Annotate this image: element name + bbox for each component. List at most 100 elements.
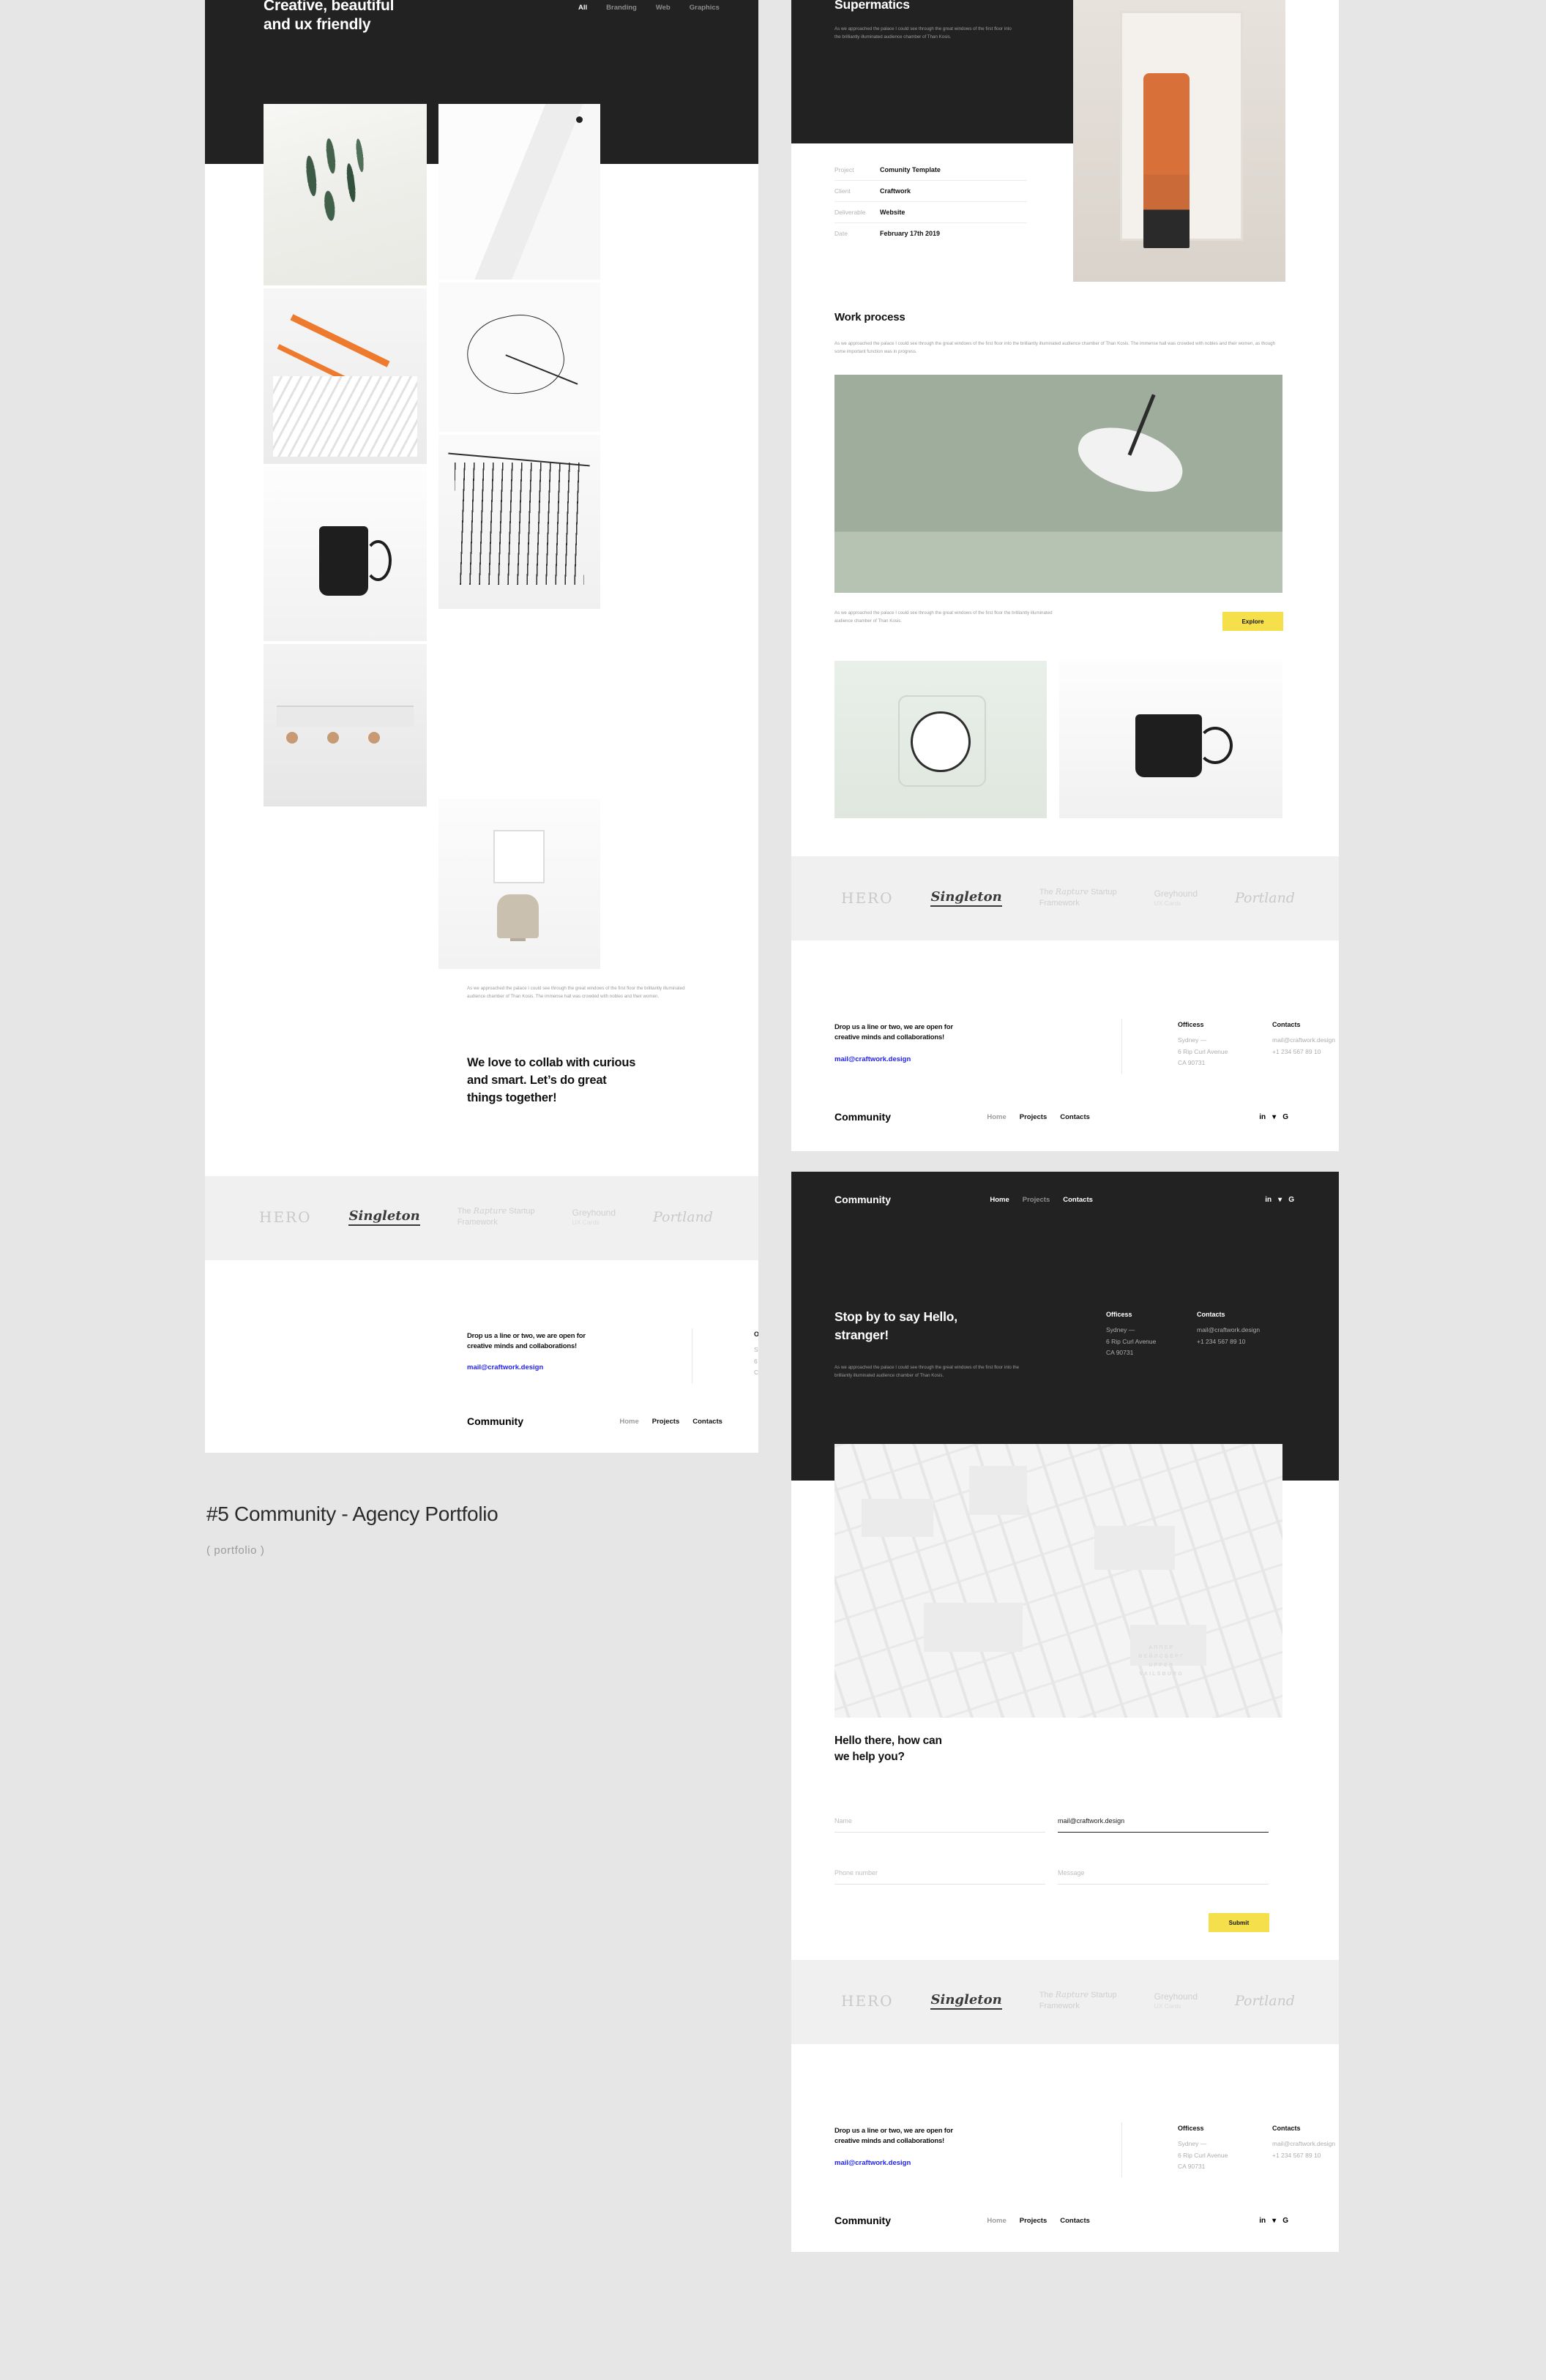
footer-link-home[interactable]: Home bbox=[987, 2217, 1006, 2225]
hero-logo[interactable]: HERO bbox=[259, 1208, 312, 1226]
portland-logo[interactable]: Portland bbox=[653, 1209, 713, 1225]
hero-logo[interactable]: HERO bbox=[841, 1992, 894, 2010]
map-block bbox=[968, 1465, 1028, 1516]
footer-link-contacts[interactable]: Contacts bbox=[1060, 1113, 1090, 1121]
footer-links[interactable]: Home Projects Contacts bbox=[619, 1418, 722, 1426]
footer-link-contacts[interactable]: Contacts bbox=[692, 1418, 722, 1426]
greyhound-logo-text: Greyhound bbox=[572, 1208, 616, 1219]
footer-bottom-bar-left: Community Home Projects Contacts in ▾ G bbox=[467, 1415, 758, 1427]
google-icon[interactable]: G bbox=[1288, 1196, 1294, 1204]
footer-brand[interactable]: Community bbox=[467, 1415, 523, 1427]
twitter-icon[interactable]: ▾ bbox=[1278, 1196, 1282, 1204]
filter-all[interactable]: All bbox=[578, 4, 587, 12]
greyhound-logo-sub: UX Cards bbox=[572, 1219, 600, 1227]
contacts-line-2[interactable]: +1 234 567 89 10 bbox=[1272, 1047, 1339, 1058]
gallery-orange-stairs-photo[interactable] bbox=[264, 288, 427, 464]
name-field[interactable]: Name bbox=[834, 1814, 1045, 1833]
footer-cta-line2: creative minds and collaborations! bbox=[467, 1342, 577, 1350]
work-process-explore-button[interactable]: Explore bbox=[1222, 612, 1283, 631]
portland-logo[interactable]: Portland bbox=[1235, 890, 1295, 906]
nav-link-projects[interactable]: Projects bbox=[1023, 1196, 1050, 1204]
email-field[interactable]: mail@craftwork.design bbox=[1058, 1814, 1269, 1833]
nav-link-home[interactable]: Home bbox=[990, 1196, 1009, 1204]
footer-link-home[interactable]: Home bbox=[987, 1113, 1006, 1121]
gallery-white-wall-photo[interactable] bbox=[438, 104, 600, 280]
rapture-logo-line2: Framework bbox=[1039, 898, 1080, 908]
contact-map[interactable]: АППЕР ВЕЙЛСБЕРГ UPPER VAILSBURG bbox=[834, 1444, 1282, 1718]
gallery-wire-sculpture-photo[interactable] bbox=[438, 282, 600, 432]
footer-cta-line2: creative minds and collaborations! bbox=[834, 1033, 944, 1041]
footer-link-home[interactable]: Home bbox=[619, 1418, 638, 1426]
portfolio-filter-nav[interactable]: All Branding Web Graphics bbox=[578, 4, 720, 12]
twitter-icon[interactable]: ▾ bbox=[1272, 1113, 1276, 1121]
contacts-line-1[interactable]: mail@craftwork.design bbox=[1197, 1325, 1321, 1336]
gallery-skateboard-photo[interactable] bbox=[264, 644, 427, 807]
filter-web[interactable]: Web bbox=[656, 4, 671, 12]
nav-brand[interactable]: Community bbox=[834, 1194, 891, 1205]
spec-key: Client bbox=[834, 187, 851, 195]
rapture-logo-pre: The bbox=[1039, 888, 1056, 897]
footer-links[interactable]: Home Projects Contacts bbox=[987, 1113, 1090, 1121]
offices-line-1: Sydney — bbox=[1178, 1036, 1207, 1044]
spec-row: Deliverable Website bbox=[834, 202, 1027, 223]
phone-field[interactable]: Phone number bbox=[834, 1866, 1045, 1885]
linkedin-icon[interactable]: in bbox=[1259, 2217, 1266, 2225]
gallery-black-mug-photo[interactable] bbox=[264, 467, 427, 641]
contacts-line-2[interactable]: +1 234 567 89 10 bbox=[1197, 1336, 1321, 1348]
hero-title-line1: Creative, beautiful bbox=[264, 0, 395, 14]
filter-graphics[interactable]: Graphics bbox=[690, 4, 720, 12]
rapture-logo-em: Rapture bbox=[473, 1206, 507, 1216]
footer-link-contacts[interactable]: Contacts bbox=[1060, 2217, 1090, 2225]
footer-brand[interactable]: Community bbox=[834, 2215, 891, 2226]
footer-brand[interactable]: Community bbox=[834, 1111, 891, 1123]
page-subtitle: ( portfolio ) bbox=[206, 1544, 265, 1557]
greyhound-logo[interactable]: Greyhound UX Cards bbox=[1154, 1991, 1198, 2010]
greyhound-logo[interactable]: Greyhound UX Cards bbox=[1154, 888, 1198, 908]
linkedin-icon[interactable]: in bbox=[1265, 1196, 1271, 1204]
portland-logo[interactable]: Portland bbox=[1235, 1993, 1295, 2009]
singleton-logo[interactable]: Singleton bbox=[348, 1208, 420, 1226]
work-process-video[interactable] bbox=[834, 375, 1282, 593]
linkedin-icon[interactable]: in bbox=[1259, 1113, 1266, 1121]
footer-link-projects[interactable]: Projects bbox=[1020, 1113, 1048, 1121]
nav-socials[interactable]: in ▾ G bbox=[1265, 1196, 1294, 1204]
footer-email-contact[interactable]: mail@craftwork.design bbox=[834, 2159, 911, 2167]
gallery-railing-photo[interactable] bbox=[438, 435, 600, 609]
hero-logo[interactable]: HERO bbox=[841, 889, 894, 907]
project-photo-mug[interactable] bbox=[1059, 661, 1282, 818]
nav-link-contacts[interactable]: Contacts bbox=[1063, 1196, 1093, 1204]
map-label-3: UPPER bbox=[1149, 1662, 1175, 1668]
name-field-label: Name bbox=[834, 1817, 853, 1825]
rapture-logo[interactable]: The Rapture Startup Framework bbox=[1039, 1990, 1117, 2012]
contacts-line-1[interactable]: mail@craftwork.design bbox=[1272, 1035, 1339, 1047]
message-field[interactable]: Message bbox=[1058, 1866, 1269, 1885]
google-icon[interactable]: G bbox=[1282, 2217, 1288, 2225]
footer-link-projects[interactable]: Projects bbox=[652, 1418, 680, 1426]
nav-links[interactable]: Home Projects Contacts bbox=[990, 1196, 1093, 1204]
singleton-logo[interactable]: Singleton bbox=[930, 889, 1002, 907]
gallery-plant-photo[interactable] bbox=[264, 104, 427, 285]
footer-link-projects[interactable]: Projects bbox=[1020, 2217, 1048, 2225]
footer-socials[interactable]: in ▾ G bbox=[1259, 2217, 1288, 2225]
filter-branding[interactable]: Branding bbox=[606, 4, 637, 12]
contacts-line-2[interactable]: +1 234 567 89 10 bbox=[1272, 2150, 1339, 2162]
offices-line-1: Sydney — bbox=[754, 1346, 758, 1353]
singleton-logo[interactable]: Singleton bbox=[930, 1992, 1002, 2010]
map-block bbox=[1094, 1526, 1176, 1571]
twitter-icon[interactable]: ▾ bbox=[1272, 2217, 1276, 2225]
rapture-logo[interactable]: The Rapture Startup Framework bbox=[1039, 887, 1117, 909]
footer-socials[interactable]: in ▾ G bbox=[1259, 1113, 1288, 1121]
greyhound-logo[interactable]: Greyhound UX Cards bbox=[572, 1208, 616, 1227]
submit-button[interactable]: Submit bbox=[1209, 1913, 1269, 1932]
gallery-chair-poster-photo[interactable] bbox=[438, 799, 600, 969]
contacts-line-1[interactable]: mail@craftwork.design bbox=[1272, 2138, 1339, 2150]
rapture-logo-post: Startup bbox=[507, 1207, 535, 1216]
rapture-logo[interactable]: The Rapture Startup Framework bbox=[458, 1206, 535, 1228]
footer-email-project[interactable]: mail@craftwork.design bbox=[834, 1055, 911, 1063]
footer-email-left[interactable]: mail@craftwork.design bbox=[467, 1363, 543, 1372]
spec-value: February 17th 2019 bbox=[880, 230, 941, 237]
google-icon[interactable]: G bbox=[1282, 1113, 1288, 1121]
footer-links[interactable]: Home Projects Contacts bbox=[987, 2217, 1090, 2225]
footer-cta-line1: Drop us a line or two, we are open for bbox=[834, 1023, 953, 1031]
project-photo-watch[interactable] bbox=[834, 661, 1047, 818]
